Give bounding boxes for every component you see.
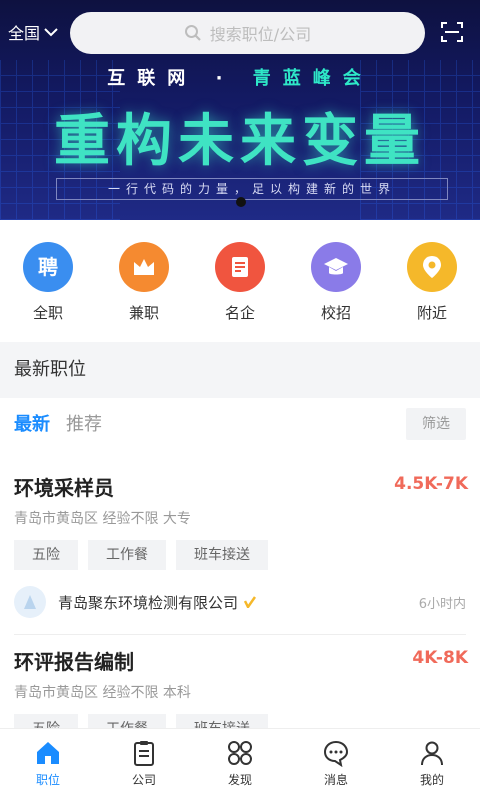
nav-label: 我的 — [419, 773, 444, 787]
category-nearby[interactable]: 附近 — [384, 220, 480, 342]
job-tags: 五险 工作餐 班车接送 — [14, 540, 268, 570]
graduation-cap-icon — [311, 242, 361, 292]
company-name: 青岛聚东环境检测有限公司 — [58, 593, 239, 612]
job-tag: 五险 — [14, 540, 78, 570]
nav-jobs[interactable]: 职位 — [0, 729, 96, 800]
job-title: 环评报告编制 — [14, 650, 134, 674]
crown-icon — [119, 242, 169, 292]
grid-icon — [228, 741, 252, 765]
job-tag: 工作餐 — [88, 714, 166, 728]
divider — [14, 634, 466, 635]
job-tags: 五险 工作餐 班车接送 — [14, 714, 268, 728]
tab-recommend[interactable]: 推荐 — [66, 410, 102, 436]
carousel-indicator[interactable] — [236, 197, 246, 207]
nav-label: 公司 — [131, 773, 156, 787]
job-list: 最新 推荐 筛选 环境采样员 4.5K-7K 青岛市黄岛区 经验不限 大专 五险… — [0, 398, 480, 728]
category-label: 兼职 — [128, 304, 159, 322]
nav-messages[interactable]: 消息 — [288, 729, 384, 800]
job-salary: 4.5K-7K — [394, 474, 468, 494]
job-tabs: 最新 推荐 — [14, 410, 102, 436]
job-meta: 青岛市黄岛区 经验不限 大专 — [14, 511, 191, 527]
banner-subtitle: 互联网 · 青蓝峰会 — [0, 64, 480, 90]
job-tag: 工作餐 — [88, 540, 166, 570]
category-label: 附近 — [416, 304, 447, 322]
job-tag: 班车接送 — [176, 540, 268, 570]
job-salary: 4K-8K — [412, 648, 468, 668]
location-pin-icon — [407, 242, 457, 292]
company-logo-icon — [14, 586, 46, 618]
nav-company[interactable]: 公司 — [96, 729, 192, 800]
category-campus[interactable]: 校招 — [288, 220, 384, 342]
category-label: 全职 — [32, 304, 63, 322]
tab-latest[interactable]: 最新 — [14, 410, 50, 436]
category-label: 名企 — [224, 304, 255, 322]
banner-subtitle-sep: · — [215, 68, 235, 89]
category-fulltime[interactable]: 聘 全职 — [0, 220, 96, 342]
job-meta: 青岛市黄岛区 经验不限 本科 — [14, 685, 191, 701]
job-title: 环境采样员 — [14, 476, 114, 500]
home-icon — [37, 742, 59, 764]
promo-banner[interactable]: 全国 搜索职位/公司 互联网 · 青蓝峰会 重构未来变量 一行代码的力量，足以构… — [0, 0, 480, 220]
user-icon — [421, 741, 443, 766]
verified-icon — [244, 596, 257, 608]
category-famous-company[interactable]: 名企 — [192, 220, 288, 342]
nav-label: 职位 — [35, 773, 60, 787]
section-title: 最新职位 — [0, 342, 480, 398]
job-tag: 班车接送 — [176, 714, 268, 728]
post-time: 6小时内 — [418, 596, 466, 612]
document-icon — [215, 242, 265, 292]
nav-label: 发现 — [227, 773, 252, 787]
nav-discover[interactable]: 发现 — [192, 729, 288, 800]
hire-icon: 聘 — [23, 242, 73, 292]
region-label: 全国 — [8, 24, 41, 43]
bottom-nav: 职位 公司 发现 消息 我的 — [0, 728, 480, 800]
chevron-down-icon — [44, 28, 58, 37]
chat-icon — [323, 740, 349, 767]
search-input[interactable]: 搜索职位/公司 — [70, 12, 425, 54]
svg-text:聘: 聘 — [38, 255, 58, 279]
category-parttime[interactable]: 兼职 — [96, 220, 192, 342]
scan-icon[interactable] — [440, 20, 464, 44]
filter-button[interactable]: 筛选 — [406, 408, 466, 440]
job-tag: 五险 — [14, 714, 78, 728]
category-row: 聘 全职 兼职 名企 校招 附近 — [0, 220, 480, 342]
banner-subtitle-left: 互联网 — [107, 68, 198, 89]
company-row[interactable]: 青岛聚东环境检测有限公司 6小时内 — [14, 584, 466, 620]
banner-subtitle-right: 青蓝峰会 — [252, 68, 373, 89]
search-placeholder: 搜索职位/公司 — [209, 25, 312, 44]
nav-label: 消息 — [323, 773, 348, 787]
category-label: 校招 — [320, 304, 351, 322]
clipboard-icon — [134, 741, 154, 766]
region-selector[interactable]: 全国 — [8, 20, 58, 44]
top-bar: 全国 搜索职位/公司 — [0, 0, 480, 64]
banner-tagline: 一行代码的力量，足以构建新的世界 — [56, 178, 448, 200]
search-icon — [184, 25, 201, 41]
nav-profile[interactable]: 我的 — [384, 729, 480, 800]
banner-headline: 重构未来变量 — [54, 109, 426, 174]
